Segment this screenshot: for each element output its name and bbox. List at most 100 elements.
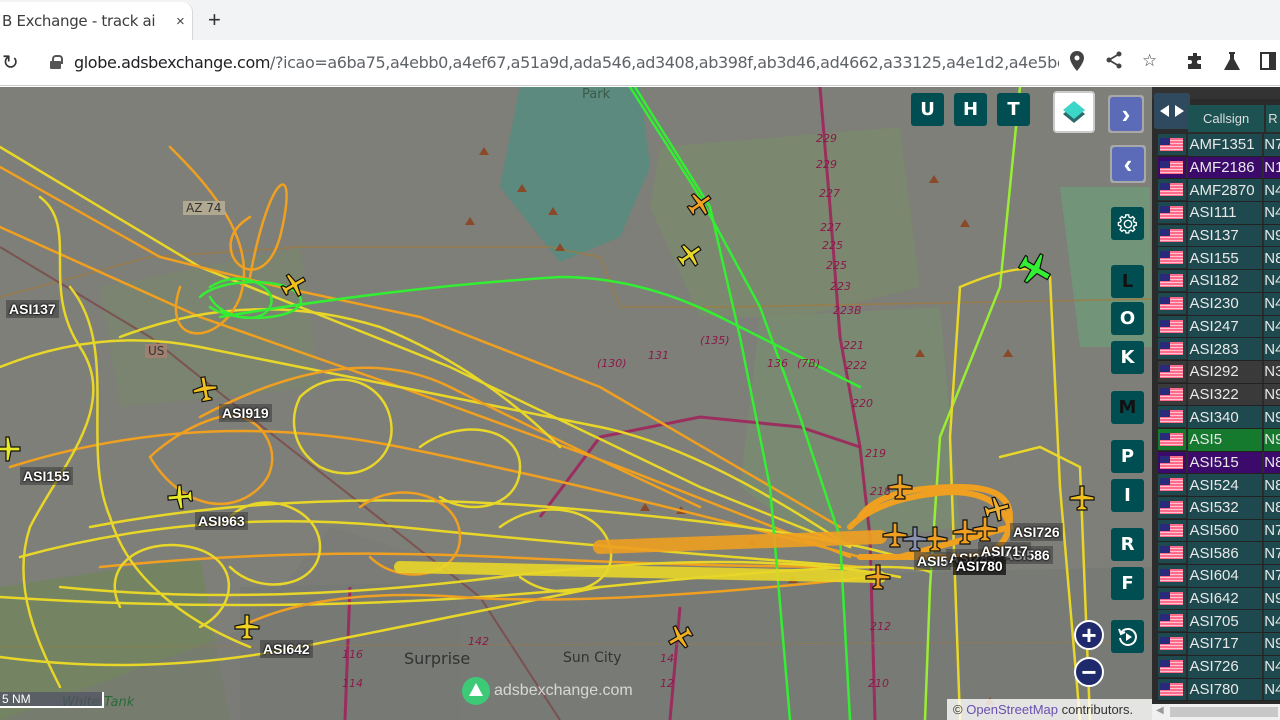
aircraft-label[interactable]: ASI919 <box>219 404 272 422</box>
aircraft-label[interactable]: ASI137 <box>6 300 59 318</box>
adsbx-logo-icon <box>462 677 490 705</box>
road-marker: (7B) <box>797 357 821 370</box>
aircraft-row[interactable]: ASI182 N4 <box>1158 270 1280 293</box>
map-canvas[interactable]: Surprise Sun City Park AZ 74 US White Ta… <box>0 87 1152 720</box>
callsign-cell: ASI780 <box>1187 678 1263 701</box>
callsign-cell: ASI726 <box>1187 655 1263 678</box>
aircraft-row[interactable]: ASI726 N4 <box>1158 655 1280 679</box>
us-flag-icon <box>1158 224 1186 246</box>
aircraft-list-panel: Callsign R AMF1351 N7 AMF2186 N1 AMF2870 N4 AS… <box>1152 87 1280 720</box>
highway-az74: AZ 74 <box>183 201 225 215</box>
scrollbar-thumb[interactable] <box>1170 707 1278 717</box>
lock-icon[interactable] <box>50 55 63 69</box>
zoom-out-button[interactable]: − <box>1074 657 1104 687</box>
callsign-cell: ASI230 <box>1187 292 1263 315</box>
aircraft-row[interactable]: AMF2870 N4 <box>1158 179 1280 203</box>
aircraft-row[interactable]: ASI230 N4 <box>1158 292 1280 316</box>
aircraft-row[interactable]: ASI705 N4 <box>1158 610 1280 634</box>
registration-cell: N1 <box>1264 156 1280 179</box>
button-i[interactable]: I <box>1111 479 1144 512</box>
road-marker: 212 <box>870 620 891 633</box>
column-registration[interactable]: R <box>1266 105 1280 132</box>
share-icon[interactable] <box>1106 51 1122 74</box>
aircraft-row[interactable]: ASI111 N4 <box>1158 202 1280 225</box>
prev-panel-button[interactable]: ‹ <box>1110 145 1146 183</box>
button-u[interactable]: U <box>911 93 944 126</box>
side-panel-icon[interactable] <box>1260 52 1276 75</box>
close-tab-icon[interactable]: × <box>176 13 185 30</box>
browser-tab[interactable]: B Exchange - track ai × <box>0 2 193 40</box>
aircraft-row[interactable]: ASI586 N7 <box>1158 542 1280 566</box>
watermark-text: adsbexchange.com <box>494 682 633 699</box>
button-h[interactable]: H <box>954 93 987 126</box>
settings-button[interactable] <box>1111 207 1144 240</box>
road-marker: (135) <box>700 334 730 347</box>
extensions-icon[interactable] <box>1186 52 1204 75</box>
aircraft-row[interactable]: ASI780 N4 <box>1158 678 1280 702</box>
aircraft-row[interactable]: ASI340 N9 <box>1158 406 1280 429</box>
aircraft-row[interactable]: ASI524 N8 <box>1158 474 1280 497</box>
button-p[interactable]: P <box>1111 440 1144 473</box>
aircraft-row[interactable]: ASI322 N9 <box>1158 383 1280 407</box>
next-panel-button[interactable]: › <box>1108 95 1144 133</box>
aircraft-label[interactable]: ASI726 <box>1010 523 1063 541</box>
aircraft-row[interactable]: ASI515 N8 <box>1158 451 1280 475</box>
aircraft-row[interactable]: AMF2186 N1 <box>1158 156 1280 180</box>
aircraft-row[interactable]: ASI247 N4 <box>1158 315 1280 339</box>
aircraft-label[interactable]: ASI642 <box>260 640 313 658</box>
place-surprise: Surprise <box>404 649 471 668</box>
us-flag-icon <box>1158 360 1186 382</box>
aircraft-row[interactable]: ASI155 N8 <box>1158 247 1280 271</box>
aircraft-row[interactable]: ASI717 N9 <box>1158 633 1280 656</box>
aircraft-row[interactable]: ASI5 N9 <box>1158 428 1280 452</box>
aircraft-label[interactable]: ASI155 <box>20 467 73 485</box>
address-bar[interactable]: globe.adsbexchange.com/?icao=a6ba75,a4eb… <box>36 46 1168 80</box>
road-marker: 131 <box>648 349 669 362</box>
url-path: /?icao=a6ba75,a4ebb0,a4ef67,a51a9d,ada54… <box>270 53 1059 72</box>
callsign-cell: ASI604 <box>1187 565 1263 587</box>
button-l[interactable]: L <box>1111 265 1144 298</box>
button-t[interactable]: T <box>997 93 1030 126</box>
us-flag-icon <box>1158 270 1186 292</box>
callsign-cell: ASI182 <box>1187 270 1263 292</box>
aircraft-label-selected[interactable]: ASI780 <box>953 557 1006 575</box>
aircraft-row[interactable]: ASI560 N7 <box>1158 519 1280 543</box>
callsign-cell: ASI247 <box>1187 315 1263 338</box>
road-marker: 12 <box>660 677 674 690</box>
button-k[interactable]: K <box>1111 341 1144 374</box>
button-r[interactable]: R <box>1111 528 1144 561</box>
url-text[interactable]: globe.adsbexchange.com/?icao=a6ba75,a4eb… <box>74 53 1059 72</box>
layers-button[interactable] <box>1053 91 1095 133</box>
bookmark-star-icon[interactable]: ☆ <box>1142 51 1157 71</box>
aircraft-row[interactable]: ASI137 N9 <box>1158 224 1280 248</box>
registration-cell: N7 <box>1264 542 1280 565</box>
road-marker: 142 <box>468 635 489 648</box>
aircraft-row[interactable]: AMF1351 N7 <box>1158 134 1280 157</box>
us-flag-icon <box>1158 519 1186 541</box>
new-tab-button[interactable]: + <box>208 7 221 33</box>
aircraft-row[interactable]: ASI642 N9 <box>1158 587 1280 611</box>
button-m[interactable]: M <box>1111 391 1144 424</box>
road-marker: 222 <box>846 359 867 372</box>
openstreetmap-link[interactable]: OpenStreetMap <box>966 702 1058 717</box>
zoom-in-button[interactable]: + <box>1074 620 1104 650</box>
aircraft-row[interactable]: ASI604 N7 <box>1158 565 1280 588</box>
table-header: Callsign R <box>1188 105 1280 132</box>
expand-panel-toggle[interactable] <box>1154 93 1190 129</box>
scroll-left-arrow-icon[interactable]: ◀ <box>1156 705 1164 716</box>
reload-icon[interactable]: ↻ <box>2 50 19 75</box>
road-marker: 225 <box>822 239 843 252</box>
aircraft-label[interactable]: ASI963 <box>195 512 248 530</box>
labs-flask-icon[interactable] <box>1224 52 1240 75</box>
button-o[interactable]: O <box>1111 302 1144 335</box>
location-pin-icon[interactable] <box>1070 51 1084 76</box>
aircraft-row[interactable]: ASI532 N8 <box>1158 497 1280 520</box>
replay-button[interactable] <box>1111 620 1144 653</box>
callsign-cell: ASI111 <box>1187 202 1263 224</box>
column-callsign[interactable]: Callsign <box>1188 105 1265 132</box>
us-flag-icon <box>1158 179 1186 201</box>
button-f[interactable]: F <box>1111 567 1144 600</box>
aircraft-row[interactable]: ASI292 N3 <box>1158 360 1280 384</box>
aircraft-row[interactable]: ASI283 N4 <box>1158 338 1280 361</box>
horizontal-scrollbar[interactable]: ◀ <box>1152 704 1280 720</box>
